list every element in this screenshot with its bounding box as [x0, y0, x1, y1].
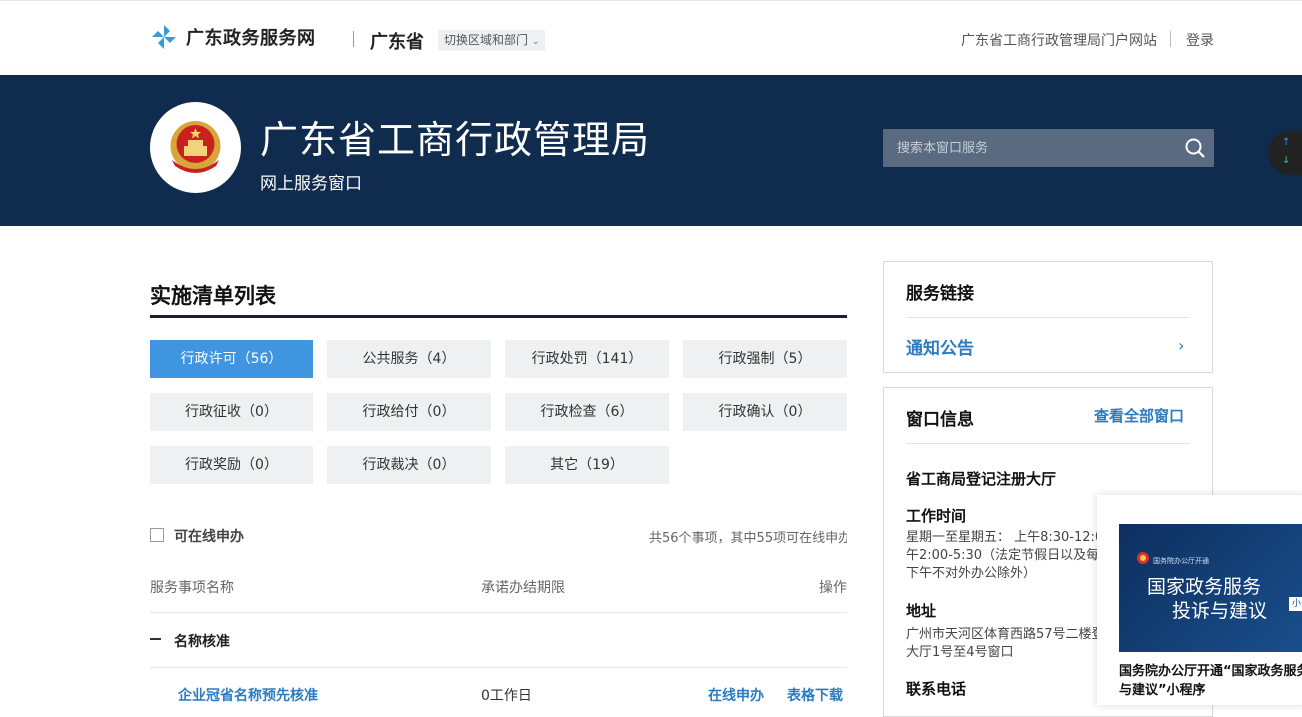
- service-links-title: 服务链接: [906, 284, 974, 304]
- online-filter-checkbox[interactable]: [150, 528, 164, 542]
- department-subtitle: 网上服务窗口: [260, 174, 362, 194]
- arrow-down-icon[interactable]: ↓: [1282, 155, 1290, 166]
- column-header-action: 操作: [819, 580, 847, 596]
- table-divider: [150, 612, 847, 613]
- ad-caption[interactable]: 国务院办公厅开通“国家政务服务投诉 与建议”小程序: [1119, 662, 1302, 700]
- collapse-icon[interactable]: [150, 638, 161, 640]
- group-label[interactable]: 名称核准: [174, 631, 230, 651]
- ad-banner-image[interactable]: 国务院办公厅开通 国家政务服务 投诉与建议 小程序: [1119, 524, 1302, 652]
- column-header-limit: 承诺办结期限: [481, 580, 565, 596]
- category-tab[interactable]: 行政征收（0）: [150, 393, 313, 431]
- search-icon[interactable]: [1184, 137, 1206, 159]
- ad-caption-line-1: 国务院办公厅开通“国家政务服务投诉: [1119, 664, 1302, 679]
- chevron-right-icon[interactable]: ›: [1178, 336, 1184, 355]
- service-links-panel: 服务链接 通知公告 ›: [883, 261, 1213, 373]
- panel-divider: [906, 443, 1190, 444]
- category-tab[interactable]: 其它（19）: [505, 446, 669, 484]
- service-item-name[interactable]: 企业冠省名称预先核准: [178, 685, 318, 705]
- pinwheel-logo-icon: [152, 25, 176, 49]
- category-tab[interactable]: 行政检查（6）: [505, 393, 669, 431]
- ad-headline-1: 国家政务服务: [1147, 576, 1262, 598]
- phone-label: 联系电话: [906, 680, 967, 698]
- ad-headline-2: 投诉与建议: [1172, 600, 1268, 622]
- category-tab[interactable]: 行政给付（0）: [327, 393, 491, 431]
- department-banner: 广东省工商行政管理局 网上服务窗口: [0, 75, 1302, 226]
- site-logo[interactable]: 广东政务服务网: [150, 23, 316, 51]
- category-tab[interactable]: 行政强制（5）: [683, 340, 847, 378]
- category-tab[interactable]: 行政确认（0）: [683, 393, 847, 431]
- arrow-up-icon[interactable]: ↑: [1282, 137, 1290, 148]
- hours-label: 工作时间: [906, 507, 967, 525]
- list-title: 实施清单列表: [150, 284, 276, 308]
- category-tab[interactable]: 行政奖励（0）: [150, 446, 313, 484]
- ad-caption-line-2: 与建议”小程序: [1119, 683, 1206, 698]
- divider: [353, 31, 354, 47]
- divider: [1170, 31, 1171, 47]
- item-summary: 共56个事项，其中55项可在线申办: [649, 531, 847, 546]
- column-header-name: 服务事项名称: [150, 580, 234, 596]
- portal-link[interactable]: 广东省工商行政管理局门户网站: [961, 30, 1157, 50]
- ad-tag: 小程序: [1289, 597, 1302, 637]
- switch-region-label: 切换区域和部门: [444, 33, 529, 47]
- category-tab[interactable]: 行政处罚（141）: [505, 340, 669, 378]
- category-tab[interactable]: 行政裁决（0）: [327, 446, 491, 484]
- address-label: 地址: [906, 602, 937, 620]
- department-emblem: [150, 102, 241, 193]
- panel-divider: [906, 317, 1190, 318]
- category-tab[interactable]: 公共服务（4）: [327, 340, 491, 378]
- table-divider: [150, 667, 847, 668]
- site-name: 广东政务服务网: [186, 28, 316, 49]
- switch-region-dropdown[interactable]: 切换区域和部门 ⌄: [438, 30, 546, 51]
- form-download-link[interactable]: 表格下载: [787, 685, 843, 705]
- department-title: 广东省工商行政管理局: [260, 118, 651, 162]
- title-rule: [150, 315, 847, 318]
- service-item-limit: 0工作日: [481, 688, 532, 704]
- notice-link[interactable]: 通知公告: [906, 334, 974, 359]
- floating-ad[interactable]: 国务院办公厅开通 国家政务服务 投诉与建议 小程序 国务院办公厅开通“国家政务服…: [1097, 495, 1302, 705]
- national-emblem-icon: [170, 121, 221, 173]
- ad-small-text: 国务院办公厅开通: [1153, 557, 1209, 565]
- login-link[interactable]: 登录: [1186, 30, 1214, 50]
- current-province: 广东省: [370, 32, 424, 53]
- online-filter-label[interactable]: 可在线申办: [174, 526, 244, 546]
- category-tab[interactable]: 行政许可（56）: [150, 340, 313, 378]
- party-emblem-icon: [1137, 552, 1149, 564]
- apply-online-link[interactable]: 在线申办: [708, 685, 764, 705]
- chevron-down-icon: ⌄: [531, 37, 540, 47]
- hall-name: 省工商局登记注册大厅: [906, 470, 1057, 488]
- view-all-windows-link[interactable]: 查看全部窗口: [1094, 405, 1184, 426]
- search-input[interactable]: [883, 129, 1173, 167]
- window-search: [883, 129, 1214, 167]
- top-navbar: 广东政务服务网 广东省 切换区域和部门 ⌄ 广东省工商行政管理局门户网站 登录: [0, 0, 1302, 75]
- window-info-title: 窗口信息: [906, 410, 974, 430]
